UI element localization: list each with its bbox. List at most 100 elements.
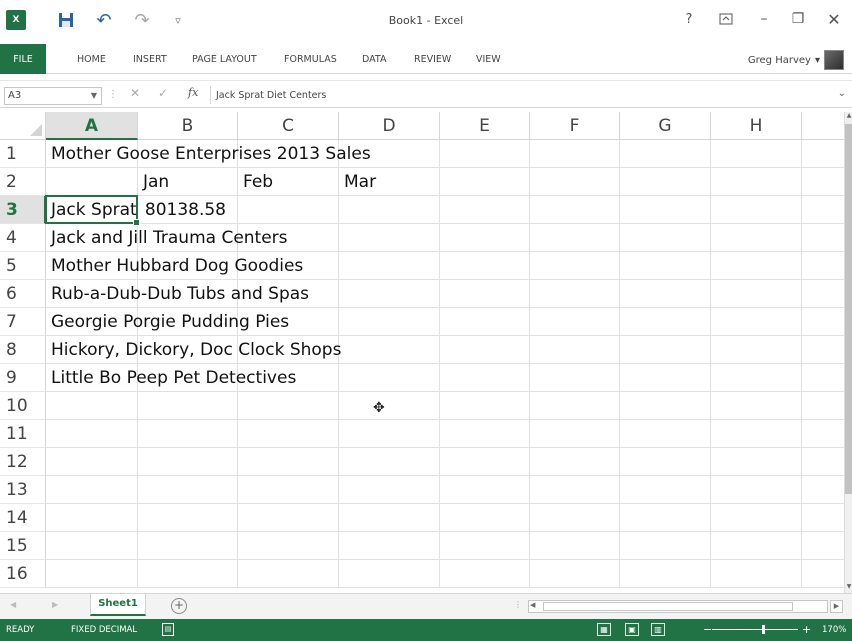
cell-a7[interactable]: Georgie Porgie Pudding Pies — [51, 308, 289, 336]
grid-cell[interactable] — [440, 336, 530, 364]
grid-cell[interactable] — [802, 532, 844, 560]
grid-cell[interactable] — [620, 392, 711, 420]
grid-cell[interactable] — [440, 196, 530, 224]
user-account[interactable]: Greg Harvey ▾ — [748, 50, 844, 70]
zoom-in-icon[interactable]: + — [802, 623, 811, 636]
grid-cell[interactable] — [339, 252, 440, 280]
add-sheet-icon[interactable]: + — [171, 598, 187, 614]
grid-cell[interactable] — [802, 252, 844, 280]
row-header-10[interactable]: 10 — [0, 392, 46, 420]
grid-cell[interactable] — [46, 560, 138, 588]
row-header-13[interactable]: 13 — [0, 476, 46, 504]
name-box-dropdown-icon[interactable]: ▼ — [91, 88, 97, 104]
grid-cell[interactable] — [46, 420, 138, 448]
grid-cell[interactable] — [440, 168, 530, 196]
cell-a6[interactable]: Rub-a-Dub-Dub Tubs and Spas — [51, 280, 309, 308]
grid-cell[interactable] — [339, 532, 440, 560]
scroll-up-icon[interactable]: ▲ — [845, 112, 852, 122]
row-header-3[interactable]: 3 — [0, 196, 46, 224]
customize-quick-access-icon[interactable]: ▿ — [168, 10, 188, 30]
grid-cell[interactable] — [711, 560, 802, 588]
grid-cell[interactable] — [530, 308, 620, 336]
grid-cell[interactable] — [530, 196, 620, 224]
horizontal-scrollbar[interactable]: ◀ — [528, 600, 828, 613]
zoom-level[interactable]: 170% — [822, 625, 846, 635]
name-box[interactable]: A3 ▼ — [4, 87, 102, 105]
row-header-4[interactable]: 4 — [0, 224, 46, 252]
grid-cell[interactable] — [711, 448, 802, 476]
column-header-b[interactable]: B — [138, 112, 238, 140]
grid-cell[interactable] — [339, 560, 440, 588]
grid-cell[interactable] — [339, 224, 440, 252]
grid-cell[interactable] — [802, 420, 844, 448]
grid-cell[interactable] — [530, 560, 620, 588]
cell-b2[interactable]: Jan — [143, 168, 169, 196]
grid-cell[interactable] — [339, 448, 440, 476]
grid-cell[interactable] — [802, 560, 844, 588]
grid-cell[interactable] — [138, 560, 238, 588]
cell-a5[interactable]: Mother Hubbard Dog Goodies — [51, 252, 303, 280]
undo-icon[interactable]: ↶ — [94, 10, 114, 31]
grid-cell[interactable] — [530, 420, 620, 448]
grid-cell[interactable] — [620, 140, 711, 168]
grid-cell[interactable] — [620, 560, 711, 588]
row-header-1[interactable]: 1 — [0, 140, 46, 168]
ribbon-display-options-button[interactable] — [712, 6, 740, 32]
vertical-scrollbar[interactable]: ▲ ▼ — [844, 112, 852, 593]
grid-cell[interactable] — [620, 364, 711, 392]
grid-cell[interactable] — [138, 448, 238, 476]
grid-cell[interactable] — [711, 336, 802, 364]
grid-cell[interactable] — [138, 392, 238, 420]
grid-cell[interactable] — [620, 252, 711, 280]
grid-cell[interactable] — [440, 532, 530, 560]
zoom-slider[interactable] — [712, 629, 798, 630]
expand-formula-bar-icon[interactable]: ⌄ — [838, 88, 846, 99]
grid-cell[interactable] — [711, 196, 802, 224]
grid-cell[interactable] — [802, 336, 844, 364]
grid-cell[interactable] — [620, 532, 711, 560]
grid-cell[interactable] — [620, 420, 711, 448]
grid-cell[interactable] — [138, 504, 238, 532]
row-header-9[interactable]: 9 — [0, 364, 46, 392]
grid-cell[interactable] — [46, 476, 138, 504]
grid-cell[interactable] — [711, 140, 802, 168]
grid-cell[interactable] — [620, 196, 711, 224]
formula-input[interactable]: Jack Sprat Diet Centers — [216, 87, 826, 105]
grid-cell[interactable] — [238, 448, 339, 476]
row-header-14[interactable]: 14 — [0, 504, 46, 532]
grid-cell[interactable] — [46, 532, 138, 560]
cell-c2[interactable]: Feb — [243, 168, 273, 196]
grid-cell[interactable] — [440, 392, 530, 420]
cell-a8[interactable]: Hickory, Dickory, Doc Clock Shops — [51, 336, 341, 364]
grid-cell[interactable] — [530, 336, 620, 364]
column-header-partial[interactable] — [802, 112, 844, 140]
grid-cell[interactable] — [711, 420, 802, 448]
close-button[interactable]: ✕ — [820, 6, 848, 32]
grid-cell[interactable] — [711, 280, 802, 308]
horizontal-scroll-thumb[interactable] — [543, 602, 793, 611]
column-header-c[interactable]: C — [238, 112, 339, 140]
redo-icon[interactable]: ↷ — [132, 10, 152, 31]
grid-cell[interactable] — [530, 168, 620, 196]
scroll-left-icon[interactable]: ◀ — [530, 601, 535, 609]
grid-cell[interactable] — [46, 448, 138, 476]
grid-cell[interactable] — [530, 476, 620, 504]
cancel-entry-icon[interactable]: ✕ — [130, 86, 140, 100]
grid-cell[interactable] — [238, 392, 339, 420]
worksheet-grid[interactable]: A B C D E F G H 1 2 3 4 5 6 7 8 9 10 11 12 13 14 15 16 Mother Go… — [0, 112, 844, 593]
grid-cell[interactable] — [620, 308, 711, 336]
grid-cell[interactable] — [802, 448, 844, 476]
enter-entry-icon[interactable]: ✓ — [158, 86, 168, 100]
minimize-button[interactable]: – — [750, 6, 778, 32]
save-icon[interactable] — [56, 10, 76, 30]
grid-cell[interactable] — [620, 504, 711, 532]
grid-cell[interactable] — [620, 280, 711, 308]
grid-cell[interactable] — [802, 196, 844, 224]
grid-cell[interactable] — [802, 504, 844, 532]
grid-cell[interactable] — [440, 252, 530, 280]
help-button[interactable]: ? — [675, 6, 703, 32]
tab-split-icon[interactable]: ⋮ — [514, 600, 522, 609]
row-header-11[interactable]: 11 — [0, 420, 46, 448]
tab-data[interactable]: DATA — [362, 44, 386, 74]
grid-cell[interactable] — [238, 476, 339, 504]
